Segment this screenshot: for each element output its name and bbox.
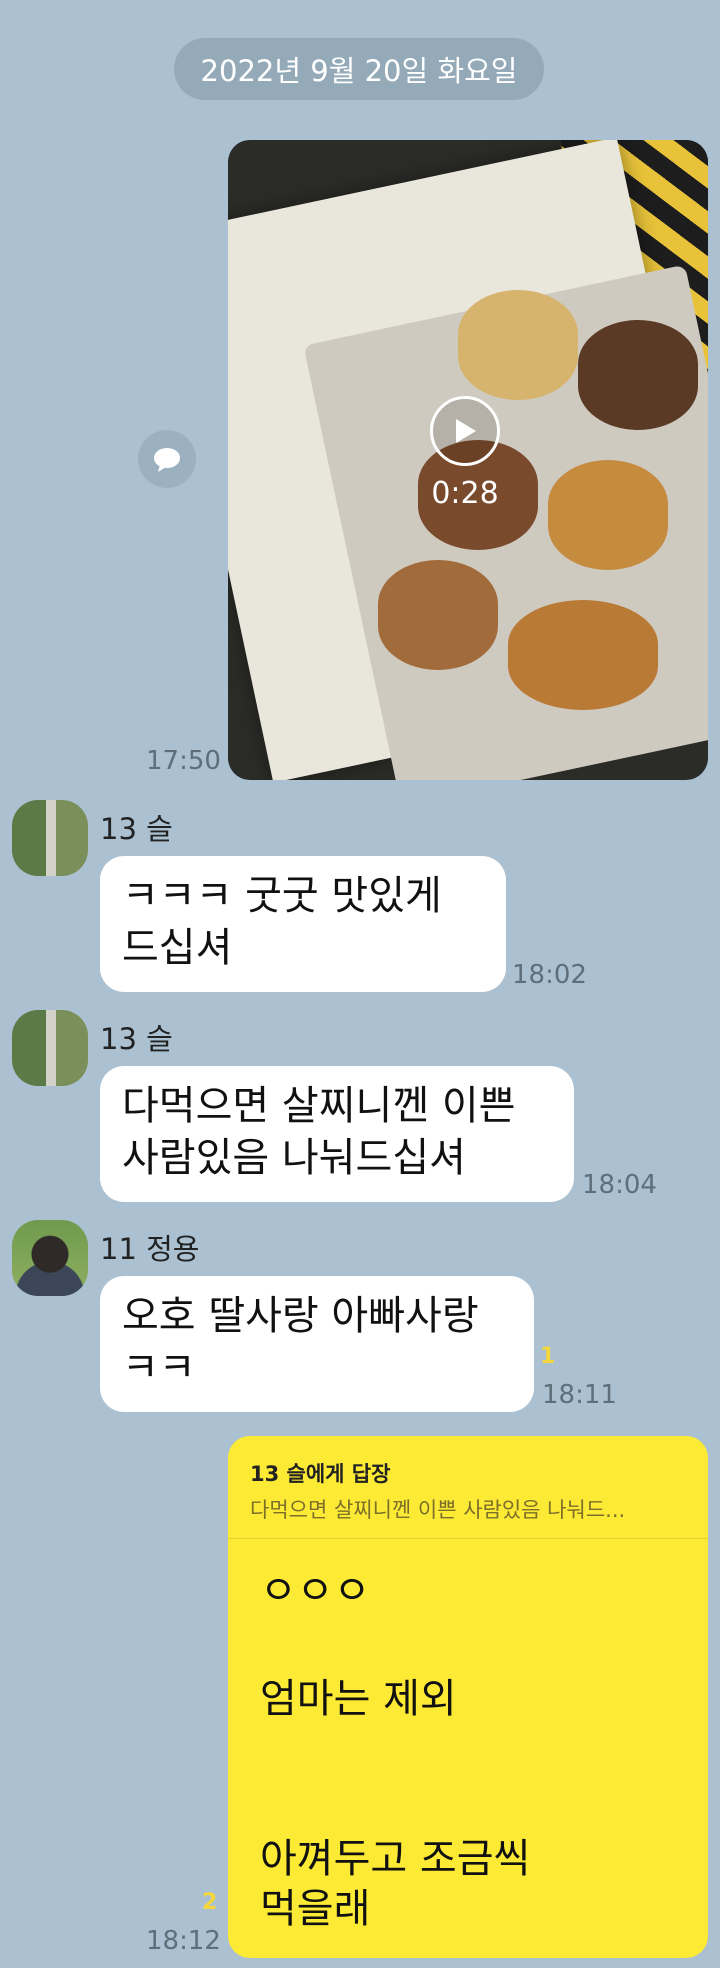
reply-line: 아껴두고 조금씩 — [260, 1836, 531, 1882]
play-icon[interactable] — [430, 396, 500, 466]
my-reply-bubble[interactable]: 13 슬에게 답장 다먹으면 살찌니껜 이쁜 사람있음 나눠드... ㅇㅇㅇ 엄… — [228, 1436, 708, 1958]
quoted-message: 다먹으면 살찌니껜 이쁜 사람있음 나눠드... — [250, 1498, 626, 1522]
reply-to-label: 13 슬에게 답장 — [250, 1462, 391, 1486]
share-icon[interactable] — [138, 430, 196, 488]
sender-name: 13 슬 — [100, 812, 173, 846]
avatar[interactable] — [12, 1010, 88, 1086]
date-divider: 2022년 9월 20일 화요일 — [174, 38, 544, 100]
cookie-row — [508, 600, 658, 710]
video-time: 17:50 — [146, 746, 221, 776]
message-bubble[interactable]: 오호 딸사랑 아빠사랑 ㅋㅋ — [100, 1276, 534, 1412]
cookie-row — [378, 560, 498, 670]
reply-line: ㅇㅇㅇ — [260, 1568, 371, 1614]
unread-count: 1 — [540, 1344, 556, 1369]
reply-line: 먹을래 — [260, 1886, 371, 1932]
cookie-row — [548, 460, 668, 570]
message-time: 18:12 — [146, 1926, 221, 1956]
sender-name: 13 슬 — [100, 1022, 173, 1056]
message-bubble[interactable]: ㅋㅋㅋ 굿굿 맛있게 드십셔 — [100, 856, 506, 992]
sender-name: 11 정용 — [100, 1232, 200, 1266]
message-time: 18:02 — [512, 960, 587, 990]
message-time: 18:04 — [582, 1170, 657, 1200]
reply-header[interactable]: 13 슬에게 답장 다먹으면 살찌니껜 이쁜 사람있음 나눠드... — [228, 1436, 708, 1539]
message-bubble[interactable]: 다먹으면 살찌니껜 이쁜 사람있음 나눠드십셔 — [100, 1066, 574, 1202]
message-time: 18:11 — [542, 1380, 617, 1410]
avatar[interactable] — [12, 1220, 88, 1296]
avatar[interactable] — [12, 800, 88, 876]
unread-count: 2 — [202, 1890, 218, 1915]
cookie-row — [578, 320, 698, 430]
video-duration: 0:28 — [431, 476, 499, 511]
cookie-row — [458, 290, 578, 400]
reply-line: 엄마는 제외 — [260, 1676, 457, 1722]
